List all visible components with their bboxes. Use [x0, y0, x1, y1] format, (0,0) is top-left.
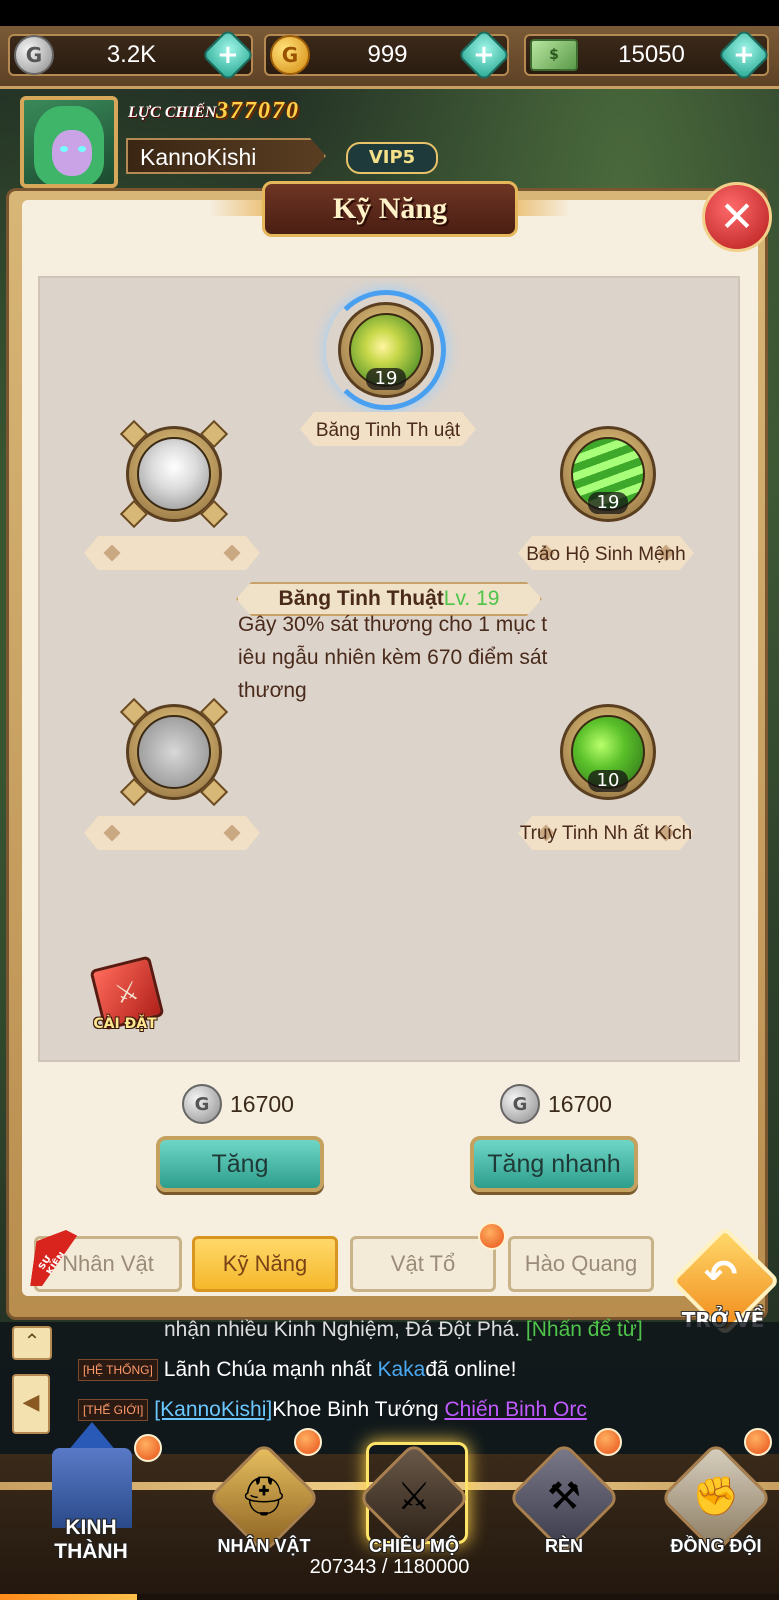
- chat-line-world: [THẾ GIỚI] [KannoKishi]Khoe Binh Tướng Ch…: [78, 1398, 587, 1422]
- skill-slot-lower-left[interactable]: [119, 697, 229, 807]
- back-button[interactable]: ↶ TRỞ VỀ: [669, 1225, 779, 1337]
- silver-coin-icon: G: [14, 35, 54, 75]
- leaf-icon: [137, 715, 211, 789]
- quick-upgrade-cost: G 16700: [500, 1084, 612, 1124]
- upgrade-cost-value: 16700: [230, 1090, 294, 1117]
- tab-aura[interactable]: Hào Quang: [508, 1236, 654, 1292]
- nav-recruit[interactable]: ⚔ CHIÊU MỘ: [354, 1440, 474, 1570]
- quick-upgrade-cost-value: 16700: [548, 1090, 612, 1117]
- notification-dot: [294, 1428, 322, 1456]
- tab-skills[interactable]: Kỹ Năng: [192, 1236, 338, 1292]
- chat-collapse-button[interactable]: ⌃: [12, 1326, 52, 1360]
- currency-bar: G 3.2K + G 999 + $ 15050 +: [0, 26, 779, 89]
- nav-forge[interactable]: ⚒ RÈN: [504, 1440, 624, 1570]
- helmet-icon: ⛑: [239, 1474, 289, 1518]
- add-gold-button[interactable]: +: [457, 28, 511, 82]
- vip-badge[interactable]: VIP5: [346, 142, 438, 174]
- nav-kingdom[interactable]: KINH THÀNH: [34, 1418, 148, 1563]
- nav-team[interactable]: ✊ ĐỒNG ĐỘI: [656, 1440, 776, 1570]
- close-icon: ✕: [719, 192, 755, 241]
- status-bar: [0, 0, 779, 26]
- swords-icon: ⚔: [396, 1474, 432, 1518]
- cash-amount: 15050: [618, 41, 685, 68]
- hammer-icon: ⚒: [546, 1474, 582, 1518]
- panel-title-banner: Kỹ Năng: [210, 180, 570, 238]
- skill-ribbon-empty: [84, 816, 260, 850]
- gold-currency: G 999 +: [264, 28, 511, 82]
- skill-level: 19: [588, 492, 628, 514]
- upgrade-button[interactable]: Tăng: [156, 1136, 324, 1192]
- tab-totem[interactable]: Vật Tổ: [350, 1236, 496, 1292]
- settings-button[interactable]: ⚔ CÀI ĐẶT: [88, 955, 165, 1038]
- add-silver-button[interactable]: +: [201, 28, 255, 82]
- add-cash-button[interactable]: +: [717, 28, 771, 82]
- power-value: 377070: [216, 98, 300, 124]
- exp-bar: [0, 1594, 779, 1600]
- exp-text: 207343 / 1180000: [309, 1556, 470, 1578]
- notification-dot: [744, 1428, 772, 1456]
- settings-label: CÀI ĐẶT: [93, 1016, 157, 1032]
- gold-coin-icon: G: [270, 35, 310, 75]
- silver-coin-icon: G: [182, 1084, 222, 1124]
- notification-dot: [478, 1222, 506, 1250]
- upgrade-cost: G 16700: [182, 1084, 294, 1124]
- nav-character[interactable]: ⛑ NHÂN VẬT: [204, 1440, 324, 1570]
- skill-ribbon-empty: [84, 536, 260, 570]
- skill-name-top: Băng Tinh Th uật: [315, 420, 461, 441]
- chat-line-partial: nhận nhiều Kinh Nghiệm, Đá Đột Phá. [Nhấ…: [164, 1318, 643, 1341]
- notification-dot: [134, 1434, 162, 1462]
- chat-line-system: [HỆ THỐNG] Lãnh Chúa mạnh nhất Kakađã onl…: [78, 1358, 516, 1382]
- back-arrow-icon: ↶: [704, 1252, 738, 1298]
- skill-level: 10: [588, 770, 628, 792]
- power-label: LỰC CHIẾN: [128, 104, 217, 121]
- cash-currency: $ 15050 +: [524, 28, 771, 82]
- skill-slot-upper-left[interactable]: [119, 419, 229, 529]
- skill-slot-upper-right[interactable]: 19: [560, 426, 656, 522]
- tooltip-description: Gây 30% sát thương cho 1 mục tiêu ngẫu n…: [238, 613, 548, 702]
- quick-upgrade-button[interactable]: Tăng nhanh: [470, 1136, 638, 1192]
- skill-slot-lower-right[interactable]: 10: [560, 704, 656, 800]
- notification-dot: [594, 1428, 622, 1456]
- silver-coin-icon: G: [500, 1084, 540, 1124]
- light-beam-icon: [137, 437, 211, 511]
- cash-icon: $: [530, 39, 578, 71]
- skill-slot-top[interactable]: 19: [338, 302, 434, 398]
- skill-name-upper-right: Bảo Hộ Sinh Mệnh: [526, 544, 686, 565]
- player-name: KannoKishi: [126, 138, 326, 174]
- skill-name-lower-right: Truy Tinh Nh ất Kích: [519, 823, 693, 844]
- close-button[interactable]: ✕: [702, 182, 772, 252]
- skill-level: 19: [366, 368, 406, 390]
- silver-currency: G 3.2K +: [8, 28, 255, 82]
- panel-title: Kỹ Năng: [332, 192, 448, 225]
- avatar[interactable]: [20, 96, 118, 188]
- gauntlet-icon: ✊: [692, 1474, 740, 1518]
- gold-amount: 999: [367, 41, 408, 68]
- silver-amount: 3.2K: [106, 41, 157, 68]
